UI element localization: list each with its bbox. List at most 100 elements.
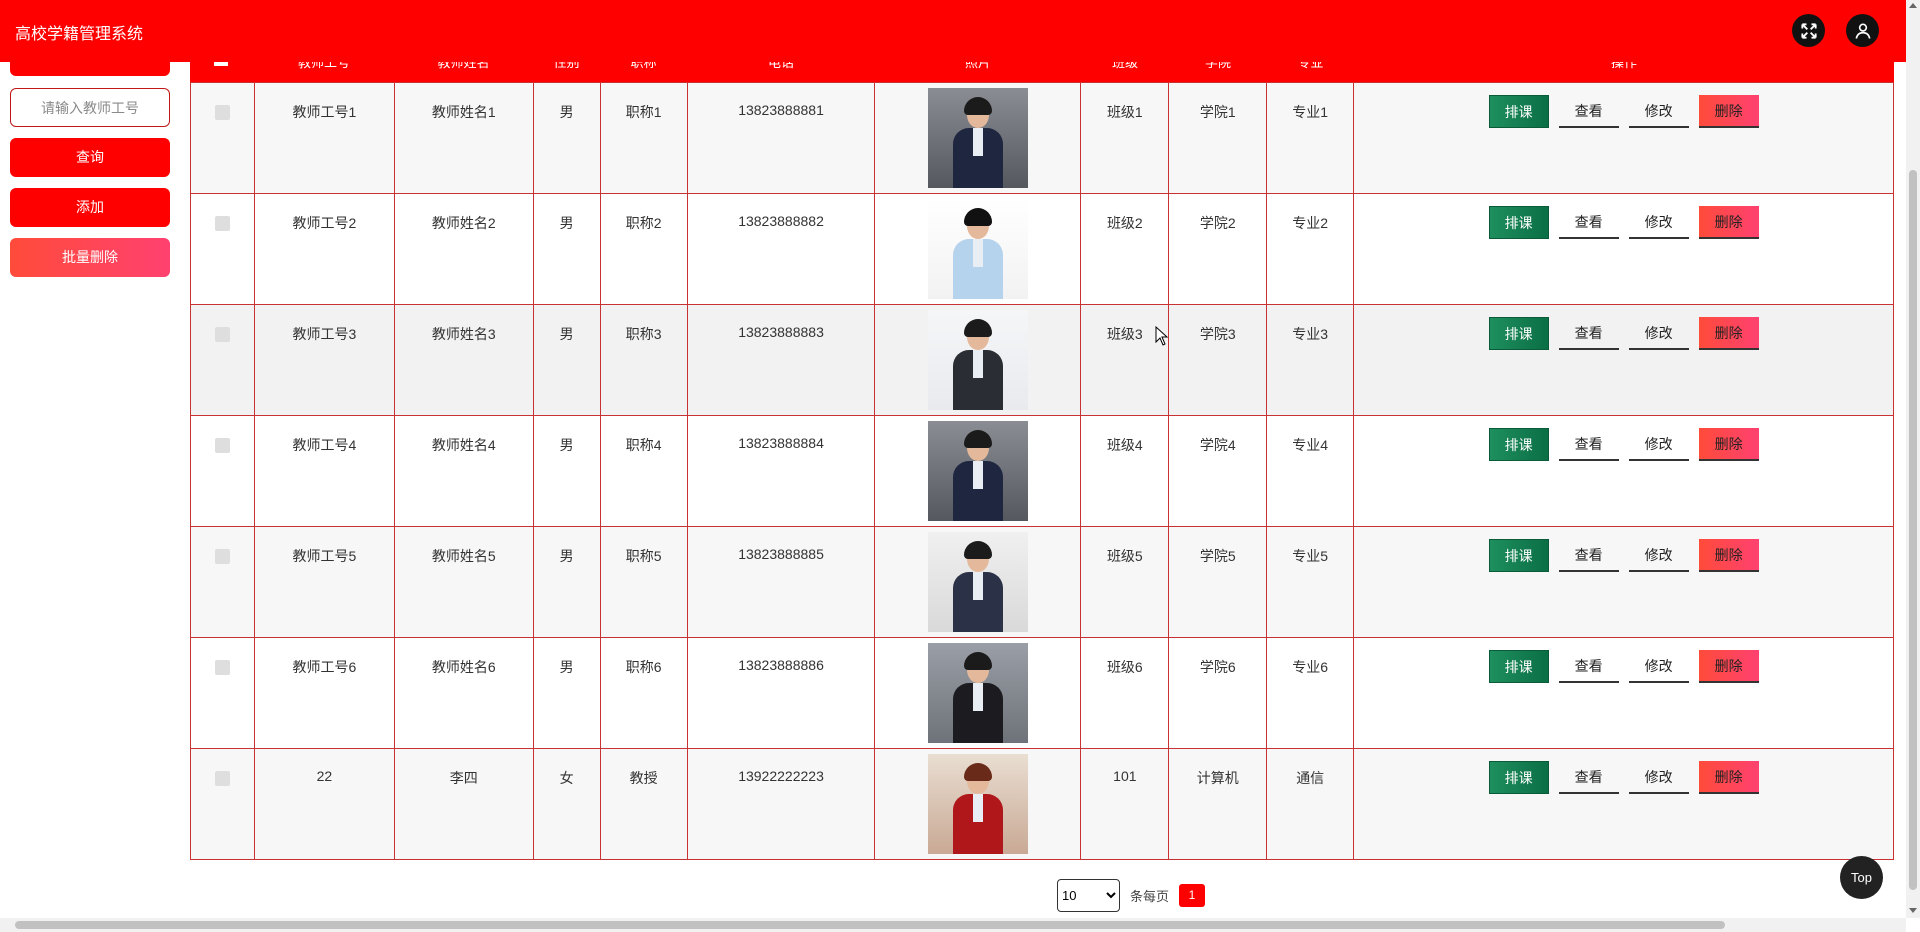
row-checkbox-cell bbox=[190, 526, 255, 638]
scroll-down-icon[interactable] bbox=[1909, 908, 1917, 913]
schedule-button[interactable]: 排课 bbox=[1488, 428, 1549, 461]
title-cell: 职称3 bbox=[599, 304, 688, 416]
scroll-up-icon[interactable] bbox=[1909, 3, 1917, 8]
schedule-button[interactable]: 排课 bbox=[1488, 761, 1549, 794]
gender-cell: 男 bbox=[532, 526, 601, 638]
teacher-id-cell: 教师工号6 bbox=[253, 637, 395, 749]
view-button[interactable]: 查看 bbox=[1558, 539, 1619, 572]
edit-button[interactable]: 修改 bbox=[1628, 650, 1689, 683]
teacher-id-cell: 教师工号2 bbox=[253, 193, 395, 305]
row-checkbox[interactable] bbox=[214, 660, 230, 675]
edit-button[interactable]: 修改 bbox=[1628, 95, 1689, 128]
row-checkbox[interactable] bbox=[214, 105, 230, 120]
vertical-scrollbar[interactable] bbox=[1906, 0, 1920, 918]
photo-cell bbox=[874, 82, 1082, 194]
view-button[interactable]: 查看 bbox=[1558, 317, 1619, 350]
schedule-button[interactable]: 排课 bbox=[1488, 206, 1549, 239]
view-button[interactable]: 查看 bbox=[1558, 206, 1619, 239]
gender-cell: 男 bbox=[532, 637, 601, 749]
edit-button[interactable]: 修改 bbox=[1628, 761, 1689, 794]
table-row: 教师工号6 教师姓名6 男 职称6 13823888886 班级6 学院6 专业… bbox=[190, 637, 1894, 749]
delete-button[interactable]: 删除 bbox=[1698, 95, 1759, 128]
teacher-name-cell: 教师姓名5 bbox=[393, 526, 534, 638]
edit-button[interactable]: 修改 bbox=[1628, 539, 1689, 572]
teacher-id-search-input[interactable] bbox=[10, 88, 170, 127]
actions-cell: 排课 查看 修改 删除 bbox=[1353, 526, 1894, 638]
edit-button[interactable]: 修改 bbox=[1628, 317, 1689, 350]
delete-button[interactable]: 删除 bbox=[1698, 206, 1759, 239]
teacher-photo bbox=[927, 643, 1028, 743]
actions-cell: 排课 查看 修改 删除 bbox=[1353, 82, 1894, 194]
title-cell: 职称4 bbox=[599, 415, 688, 527]
title-cell: 职称1 bbox=[599, 82, 688, 194]
major-cell: 专业5 bbox=[1266, 526, 1355, 638]
delete-button[interactable]: 删除 bbox=[1698, 428, 1759, 461]
user-icon[interactable] bbox=[1846, 14, 1879, 47]
row-checkbox[interactable] bbox=[214, 216, 230, 231]
teacher-name-cell: 教师姓名2 bbox=[393, 193, 534, 305]
edit-button[interactable]: 修改 bbox=[1628, 428, 1689, 461]
title-cell: 职称6 bbox=[599, 637, 688, 749]
view-button[interactable]: 查看 bbox=[1558, 761, 1619, 794]
mouse-cursor-icon bbox=[1155, 326, 1169, 346]
schedule-button[interactable]: 排课 bbox=[1488, 650, 1549, 683]
row-checkbox[interactable] bbox=[214, 549, 230, 564]
fullscreen-icon[interactable] bbox=[1792, 14, 1825, 47]
photo-cell bbox=[874, 637, 1082, 749]
row-checkbox[interactable] bbox=[214, 771, 230, 786]
page-size-select[interactable]: 10 bbox=[1057, 879, 1120, 912]
page-1-button[interactable]: 1 bbox=[1179, 884, 1206, 907]
add-button[interactable]: 添加 bbox=[10, 188, 170, 227]
teacher-id-cell: 教师工号1 bbox=[253, 82, 395, 194]
phone-cell: 13823888882 bbox=[686, 193, 876, 305]
vertical-scroll-thumb[interactable] bbox=[1909, 170, 1917, 890]
row-checkbox-cell bbox=[190, 748, 255, 860]
teacher-id-cell: 教师工号3 bbox=[253, 304, 395, 416]
teacher-name-cell: 教师姓名3 bbox=[393, 304, 534, 416]
row-checkbox[interactable] bbox=[214, 438, 230, 453]
query-button[interactable]: 查询 bbox=[10, 138, 170, 177]
view-button[interactable]: 查看 bbox=[1558, 428, 1619, 461]
phone-cell: 13922222223 bbox=[686, 748, 876, 860]
table-row: 教师工号3 教师姓名3 男 职称3 13823888883 班级3 学院3 专业… bbox=[190, 304, 1894, 416]
teacher-photo bbox=[927, 421, 1028, 521]
major-cell: 专业3 bbox=[1266, 304, 1355, 416]
horizontal-scrollbar[interactable] bbox=[0, 918, 1906, 932]
back-to-top-button[interactable]: Top bbox=[1840, 856, 1883, 899]
phone-cell: 13823888881 bbox=[686, 82, 876, 194]
delete-button[interactable]: 删除 bbox=[1698, 539, 1759, 572]
teacher-photo bbox=[927, 88, 1028, 188]
photo-cell bbox=[874, 748, 1082, 860]
actions-cell: 排课 查看 修改 删除 bbox=[1353, 304, 1894, 416]
major-cell: 专业2 bbox=[1266, 193, 1355, 305]
table-row: 22 李四 女 教授 13922222223 101 计算机 通信 排课 查看 … bbox=[190, 748, 1894, 860]
schedule-button[interactable]: 排课 bbox=[1488, 95, 1549, 128]
major-cell: 专业1 bbox=[1266, 82, 1355, 194]
row-checkbox[interactable] bbox=[214, 327, 230, 342]
actions-cell: 排课 查看 修改 删除 bbox=[1353, 415, 1894, 527]
delete-button[interactable]: 删除 bbox=[1698, 650, 1759, 683]
schedule-button[interactable]: 排课 bbox=[1488, 317, 1549, 350]
batch-delete-button[interactable]: 批量删除 bbox=[10, 238, 170, 277]
schedule-button[interactable]: 排课 bbox=[1488, 539, 1549, 572]
view-button[interactable]: 查看 bbox=[1558, 650, 1619, 683]
delete-button[interactable]: 删除 bbox=[1698, 761, 1759, 794]
class-cell: 101 bbox=[1080, 748, 1170, 860]
app-title: 高校学籍管理系统 bbox=[15, 26, 144, 43]
edit-button[interactable]: 修改 bbox=[1628, 206, 1689, 239]
class-cell: 班级1 bbox=[1080, 82, 1170, 194]
table-row: 教师工号4 教师姓名4 男 职称4 13823888884 班级4 学院4 专业… bbox=[190, 415, 1894, 527]
teacher-table: 教师工号1 教师姓名1 男 职称1 13823888881 班级1 学院1 专业… bbox=[190, 82, 1894, 860]
delete-button[interactable]: 删除 bbox=[1698, 317, 1759, 350]
class-cell: 班级3 bbox=[1080, 304, 1170, 416]
college-cell: 学院2 bbox=[1168, 193, 1268, 305]
major-cell: 通信 bbox=[1266, 748, 1355, 860]
class-cell: 班级6 bbox=[1080, 637, 1170, 749]
row-checkbox-cell bbox=[190, 415, 255, 527]
top-header: 高校学籍管理系统 bbox=[0, 0, 1906, 62]
actions-cell: 排课 查看 修改 删除 bbox=[1353, 637, 1894, 749]
actions-cell: 排课 查看 修改 删除 bbox=[1353, 193, 1894, 305]
photo-cell bbox=[874, 526, 1082, 638]
horizontal-scroll-thumb[interactable] bbox=[15, 921, 1725, 929]
view-button[interactable]: 查看 bbox=[1558, 95, 1619, 128]
